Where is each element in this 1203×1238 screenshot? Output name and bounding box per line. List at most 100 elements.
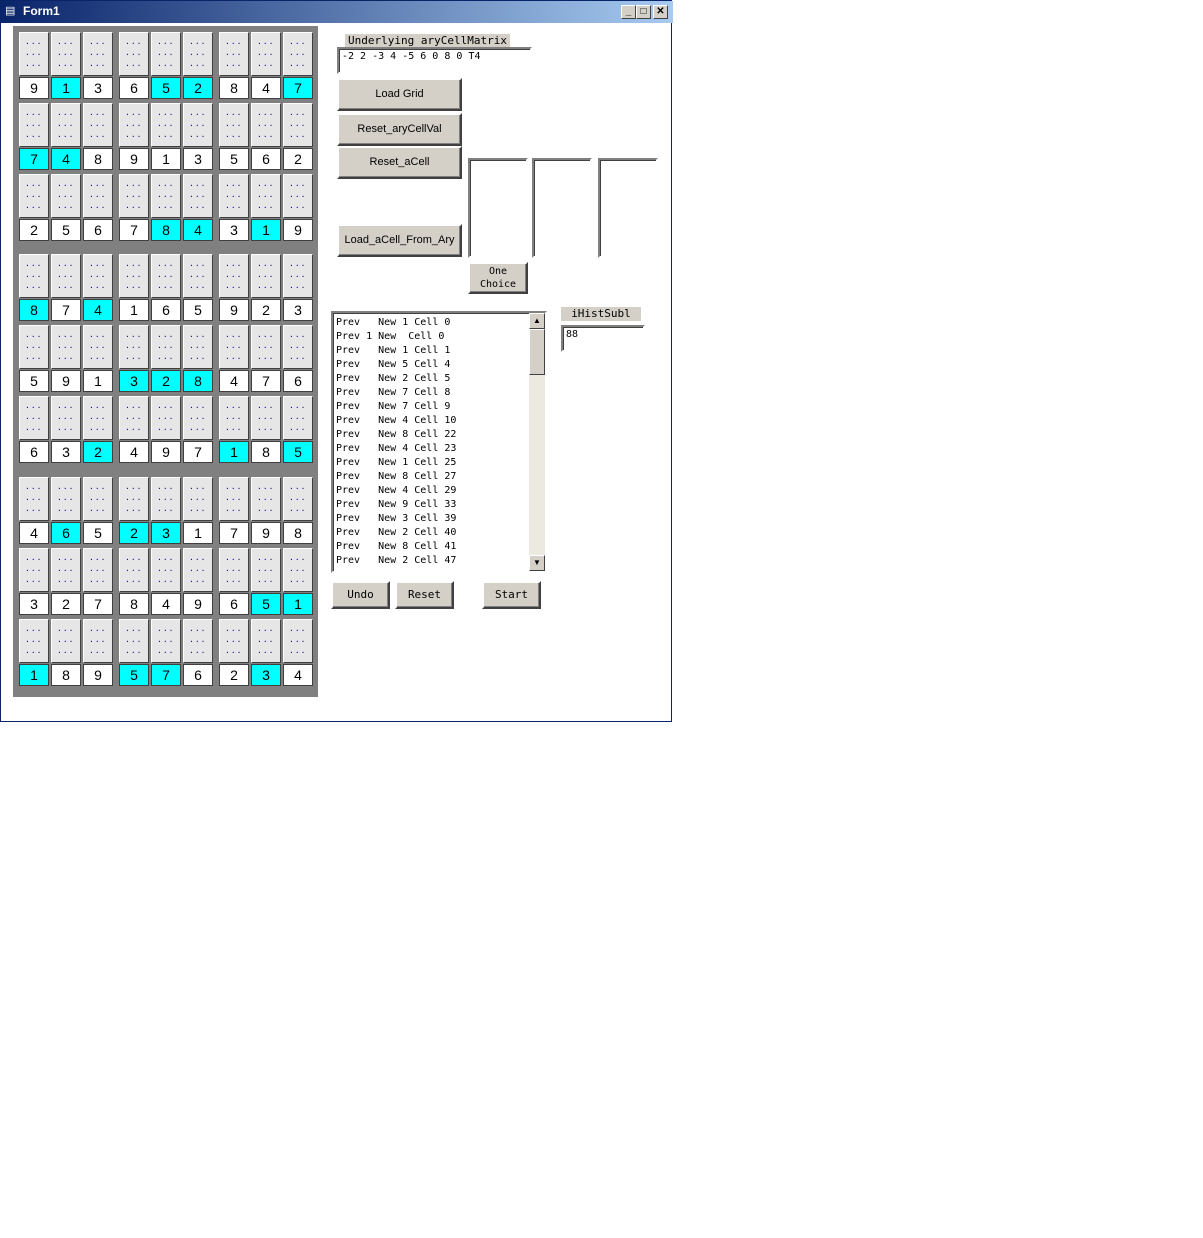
cell-value[interactable]: 1: [19, 664, 49, 686]
cell-value[interactable]: 4: [183, 219, 213, 241]
one-choice-button[interactable]: One Choice: [468, 262, 528, 294]
hint-cell[interactable]: ... ... ...: [283, 548, 313, 592]
hint-cell[interactable]: ... ... ...: [19, 477, 49, 521]
hint-cell[interactable]: ... ... ...: [19, 396, 49, 440]
list-item[interactable]: Prev New 4 Cell 10: [336, 414, 530, 428]
hint-cell[interactable]: ... ... ...: [119, 548, 149, 592]
cell-value[interactable]: 3: [219, 219, 249, 241]
cell-value[interactable]: 1: [183, 522, 213, 544]
hint-cell[interactable]: ... ... ...: [19, 32, 49, 76]
hint-cell[interactable]: ... ... ...: [151, 254, 181, 298]
cell-value[interactable]: 9: [19, 77, 49, 99]
cell-value[interactable]: 9: [251, 522, 281, 544]
load-grid-button[interactable]: Load Grid: [337, 78, 462, 111]
load-acell-from-ary-button[interactable]: Load_aCell_From_Ary: [337, 224, 462, 257]
hint-cell[interactable]: ... ... ...: [51, 325, 81, 369]
cell-value[interactable]: 2: [19, 219, 49, 241]
cell-value[interactable]: 7: [51, 299, 81, 321]
hint-cell[interactable]: ... ... ...: [51, 619, 81, 663]
hint-cell[interactable]: ... ... ...: [83, 32, 113, 76]
hint-cell[interactable]: ... ... ...: [19, 619, 49, 663]
cell-value[interactable]: 3: [283, 299, 313, 321]
hint-cell[interactable]: ... ... ...: [151, 103, 181, 147]
hint-cell[interactable]: ... ... ...: [151, 174, 181, 218]
hint-cell[interactable]: ... ... ...: [51, 548, 81, 592]
history-listbox[interactable]: Prev New 1 Cell 0 Prev 1 New Cell 0 Prev N…: [331, 311, 547, 573]
cell-value[interactable]: 7: [19, 148, 49, 170]
list-item[interactable]: Prev New 2 Cell 40: [336, 526, 530, 540]
cell-value[interactable]: 2: [183, 77, 213, 99]
cell-value[interactable]: 9: [183, 593, 213, 615]
cell-value[interactable]: 4: [83, 299, 113, 321]
list-item[interactable]: Prev New 8 Cell 22: [336, 428, 530, 442]
hint-cell[interactable]: ... ... ...: [183, 32, 213, 76]
cell-value[interactable]: 8: [119, 593, 149, 615]
cell-value[interactable]: 6: [251, 148, 281, 170]
list-item[interactable]: Prev New 8 Cell 41: [336, 540, 530, 554]
cell-value[interactable]: 8: [19, 299, 49, 321]
cell-value[interactable]: 3: [83, 77, 113, 99]
matrix-textbox[interactable]: -2 2 -3 4 -5 6 0 8 0 T4: [337, 47, 532, 74]
hint-cell[interactable]: ... ... ...: [51, 396, 81, 440]
cell-value[interactable]: 3: [119, 370, 149, 392]
list-item[interactable]: Prev New 1 Cell 25: [336, 456, 530, 470]
cell-value[interactable]: 6: [219, 593, 249, 615]
hint-cell[interactable]: ... ... ...: [119, 477, 149, 521]
hint-cell[interactable]: ... ... ...: [19, 254, 49, 298]
hint-cell[interactable]: ... ... ...: [51, 174, 81, 218]
cell-value[interactable]: 4: [151, 593, 181, 615]
list-item[interactable]: Prev New 3 Cell 39: [336, 512, 530, 526]
cell-value[interactable]: 7: [119, 219, 149, 241]
hint-cell[interactable]: ... ... ...: [183, 619, 213, 663]
hint-cell[interactable]: ... ... ...: [119, 174, 149, 218]
hint-cell[interactable]: ... ... ...: [219, 254, 249, 298]
hint-cell[interactable]: ... ... ...: [151, 325, 181, 369]
hint-cell[interactable]: ... ... ...: [51, 103, 81, 147]
hint-cell[interactable]: ... ... ...: [151, 477, 181, 521]
hint-cell[interactable]: ... ... ...: [83, 325, 113, 369]
cell-value[interactable]: 7: [151, 664, 181, 686]
cell-value[interactable]: 9: [219, 299, 249, 321]
hint-cell[interactable]: ... ... ...: [251, 396, 281, 440]
hint-cell[interactable]: ... ... ...: [219, 174, 249, 218]
undo-button[interactable]: Undo: [331, 581, 390, 609]
hint-cell[interactable]: ... ... ...: [283, 174, 313, 218]
hint-cell[interactable]: ... ... ...: [51, 32, 81, 76]
cell-value[interactable]: 5: [183, 299, 213, 321]
hint-cell[interactable]: ... ... ...: [251, 325, 281, 369]
list-item[interactable]: Prev New 2 Cell 5: [336, 372, 530, 386]
hint-cell[interactable]: ... ... ...: [119, 619, 149, 663]
hint-cell[interactable]: ... ... ...: [83, 619, 113, 663]
cell-value[interactable]: 5: [283, 441, 313, 463]
cell-value[interactable]: 2: [219, 664, 249, 686]
cell-value[interactable]: 9: [151, 441, 181, 463]
list-item[interactable]: Prev New 1 Cell 0: [336, 316, 530, 330]
hint-cell[interactable]: ... ... ...: [19, 325, 49, 369]
cell-value[interactable]: 4: [119, 441, 149, 463]
cell-value[interactable]: 8: [151, 219, 181, 241]
cell-value[interactable]: 8: [183, 370, 213, 392]
hint-cell[interactable]: ... ... ...: [83, 548, 113, 592]
hint-cell[interactable]: ... ... ...: [283, 619, 313, 663]
cell-value[interactable]: 9: [51, 370, 81, 392]
cell-value[interactable]: 5: [119, 664, 149, 686]
hint-cell[interactable]: ... ... ...: [83, 396, 113, 440]
cell-value[interactable]: 6: [183, 664, 213, 686]
hint-cell[interactable]: ... ... ...: [183, 254, 213, 298]
hint-cell[interactable]: ... ... ...: [251, 254, 281, 298]
reset-button[interactable]: Reset: [395, 581, 454, 609]
list-item[interactable]: Prev New 8 Cell 27: [336, 470, 530, 484]
list-item[interactable]: Prev New 7 Cell 8: [336, 386, 530, 400]
cell-value[interactable]: 1: [283, 593, 313, 615]
cell-value[interactable]: 3: [151, 522, 181, 544]
hint-cell[interactable]: ... ... ...: [283, 325, 313, 369]
history-scrollbar[interactable]: ▲ ▼: [529, 313, 545, 571]
cell-value[interactable]: 8: [283, 522, 313, 544]
title-bar[interactable]: ▤ Form1 _ □ ✕: [1, 1, 673, 23]
cell-value[interactable]: 6: [51, 522, 81, 544]
hint-cell[interactable]: ... ... ...: [119, 32, 149, 76]
cell-value[interactable]: 1: [251, 219, 281, 241]
cell-value[interactable]: 7: [251, 370, 281, 392]
list-item[interactable]: Prev New 7 Cell 9: [336, 400, 530, 414]
hint-cell[interactable]: ... ... ...: [283, 103, 313, 147]
